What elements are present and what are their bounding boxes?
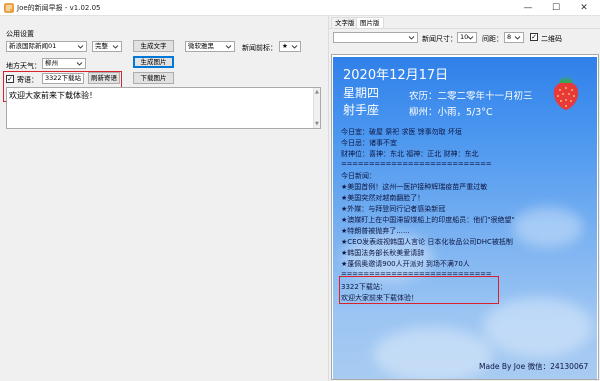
message-label: 寄语： — [17, 76, 38, 84]
poster-lunar: 农历：二零二零年十一月初三 — [409, 91, 533, 102]
news-poster: 2020年12月17日 星期四 农历：二零二零年十一月初三 射手座 柳州：小雨，… — [333, 57, 597, 379]
news-item: ★美国首例！这州一医护接种辉瑞疫苗严重过敏 — [341, 183, 488, 191]
download-image-button[interactable]: 下载图片 — [133, 72, 174, 84]
minimize-button[interactable]: — — [514, 1, 542, 15]
maximize-button[interactable]: ☐ — [542, 1, 570, 15]
weather-label: 地方天气： — [6, 62, 41, 70]
settings-panel: 公用设置 新浪国际新闻01 完整 生成文字 微软雅黑 新闻前标： ★ 地方天气：… — [0, 16, 328, 381]
chevron-down-icon — [225, 45, 232, 49]
poster-zodiac: 射手座 — [343, 103, 380, 117]
scroll-up-icon[interactable]: ▲ — [315, 89, 319, 95]
poster-date: 2020年12月17日 — [343, 68, 449, 83]
news-item: ★CEO发表歧视韩国人言论 日本化妆品公司DHC被抵制 — [341, 238, 513, 246]
chevron-down-icon — [467, 36, 474, 40]
news-source-select[interactable]: 新浪国际新闻01 — [6, 41, 87, 52]
preview-panel: 文字版 图片版 新闻尺寸： 10 间距： 8 ✓ 二维码 2020年12月17日… — [328, 16, 600, 381]
chevron-down-icon — [291, 45, 298, 49]
chevron-down-icon — [514, 36, 521, 40]
city-select[interactable]: 柳州 — [42, 58, 86, 69]
poster-ji: 今日忌：诸事不宜 — [341, 139, 397, 147]
font-value: 微软雅黑 — [188, 42, 214, 50]
gap-value: 8 — [507, 33, 512, 41]
font-select[interactable]: 微软雅黑 — [185, 41, 235, 52]
news-size-select[interactable]: 10 — [457, 32, 477, 43]
news-size-label: 新闻尺寸： — [422, 35, 457, 43]
message-text: 欢迎大家前来下载体验！ — [9, 91, 97, 100]
message-textarea[interactable]: 欢迎大家前来下载体验！ ▲ ▼ — [6, 87, 321, 129]
poster-footer: Made By Joe 微信：24130067 — [479, 362, 589, 371]
refresh-message-button[interactable]: 刷新寄语 — [88, 72, 120, 84]
news-prefix-select[interactable]: ★ — [279, 41, 301, 52]
news-item: ★韩国法务部长秋美爱请辞 — [341, 249, 425, 257]
generate-text-button[interactable]: 生成文字 — [133, 40, 174, 52]
poster-weekday: 星期四 — [343, 86, 380, 100]
news-item: ★外媒：与拜登同行记者感染新冠 — [341, 205, 446, 213]
poster-weather: 柳州：小雨，5/3°C — [409, 107, 493, 118]
message-source-input[interactable]: 3322下载站 — [42, 73, 84, 84]
poster-template-select[interactable] — [333, 32, 418, 43]
generate-image-button[interactable]: 生成图片 — [133, 56, 174, 68]
mode-select[interactable]: 完整 — [92, 41, 122, 52]
news-source-value: 新浪国际新闻01 — [9, 42, 57, 50]
gap-select[interactable]: 8 — [504, 32, 524, 43]
poster-wealth: 财神位：喜神：东北 福神：正北 财神：东北 — [341, 150, 479, 158]
tab-image-version[interactable]: 图片版 — [356, 17, 384, 28]
city-value: 柳州 — [45, 59, 58, 67]
textarea-scrollbar[interactable]: ▲ ▼ — [313, 88, 320, 128]
title-bar: Joe的新闻早报 - v1.02.05 — ☐ ✕ — [0, 0, 600, 16]
poster-news-title: 今日新闻： — [341, 172, 376, 180]
news-item: ★澳媒盯上在中国滞留煤船上的印度船员：他们"很绝望" — [341, 216, 515, 224]
window-title: Joe的新闻早报 - v1.02.05 — [17, 4, 101, 12]
chevron-down-icon — [77, 45, 84, 49]
news-prefix-value: ★ — [282, 42, 288, 50]
close-button[interactable]: ✕ — [570, 1, 598, 15]
newspaper-icon — [4, 3, 14, 13]
tab-strip-line — [329, 28, 600, 29]
chevron-down-icon — [76, 62, 83, 66]
poster-separator: =========================== — [341, 160, 492, 168]
news-prefix-label: 新闻前标： — [242, 44, 277, 52]
news-item: ★美国突然对越南翻脸了！ — [341, 194, 425, 202]
scroll-down-icon[interactable]: ▼ — [315, 121, 319, 127]
poster-message-highlight-box — [339, 276, 499, 304]
poster-yi: 今日宜：破屋 祭祀 求医 馀事勿取 坏垣 — [341, 128, 462, 136]
news-item: ★蓬佩奥邀请900人开派对 到场不满70人 — [341, 260, 470, 268]
news-item: ★特朗普被抛弃了...... — [341, 227, 410, 235]
mode-value: 完整 — [95, 42, 108, 50]
settings-group-label: 公用设置 — [6, 30, 34, 38]
qrcode-label: 二维码 — [541, 35, 562, 43]
chevron-down-icon — [112, 45, 119, 49]
chevron-down-icon — [408, 36, 415, 40]
message-checkbox[interactable]: ✓ — [6, 75, 14, 83]
check-icon: ✓ — [7, 75, 13, 83]
qrcode-checkbox[interactable]: ✓ — [530, 33, 538, 41]
gap-label: 间距： — [482, 35, 503, 43]
tab-text-version[interactable]: 文字版 — [331, 17, 359, 28]
check-icon: ✓ — [531, 33, 537, 41]
strawberry-icon — [553, 75, 579, 110]
